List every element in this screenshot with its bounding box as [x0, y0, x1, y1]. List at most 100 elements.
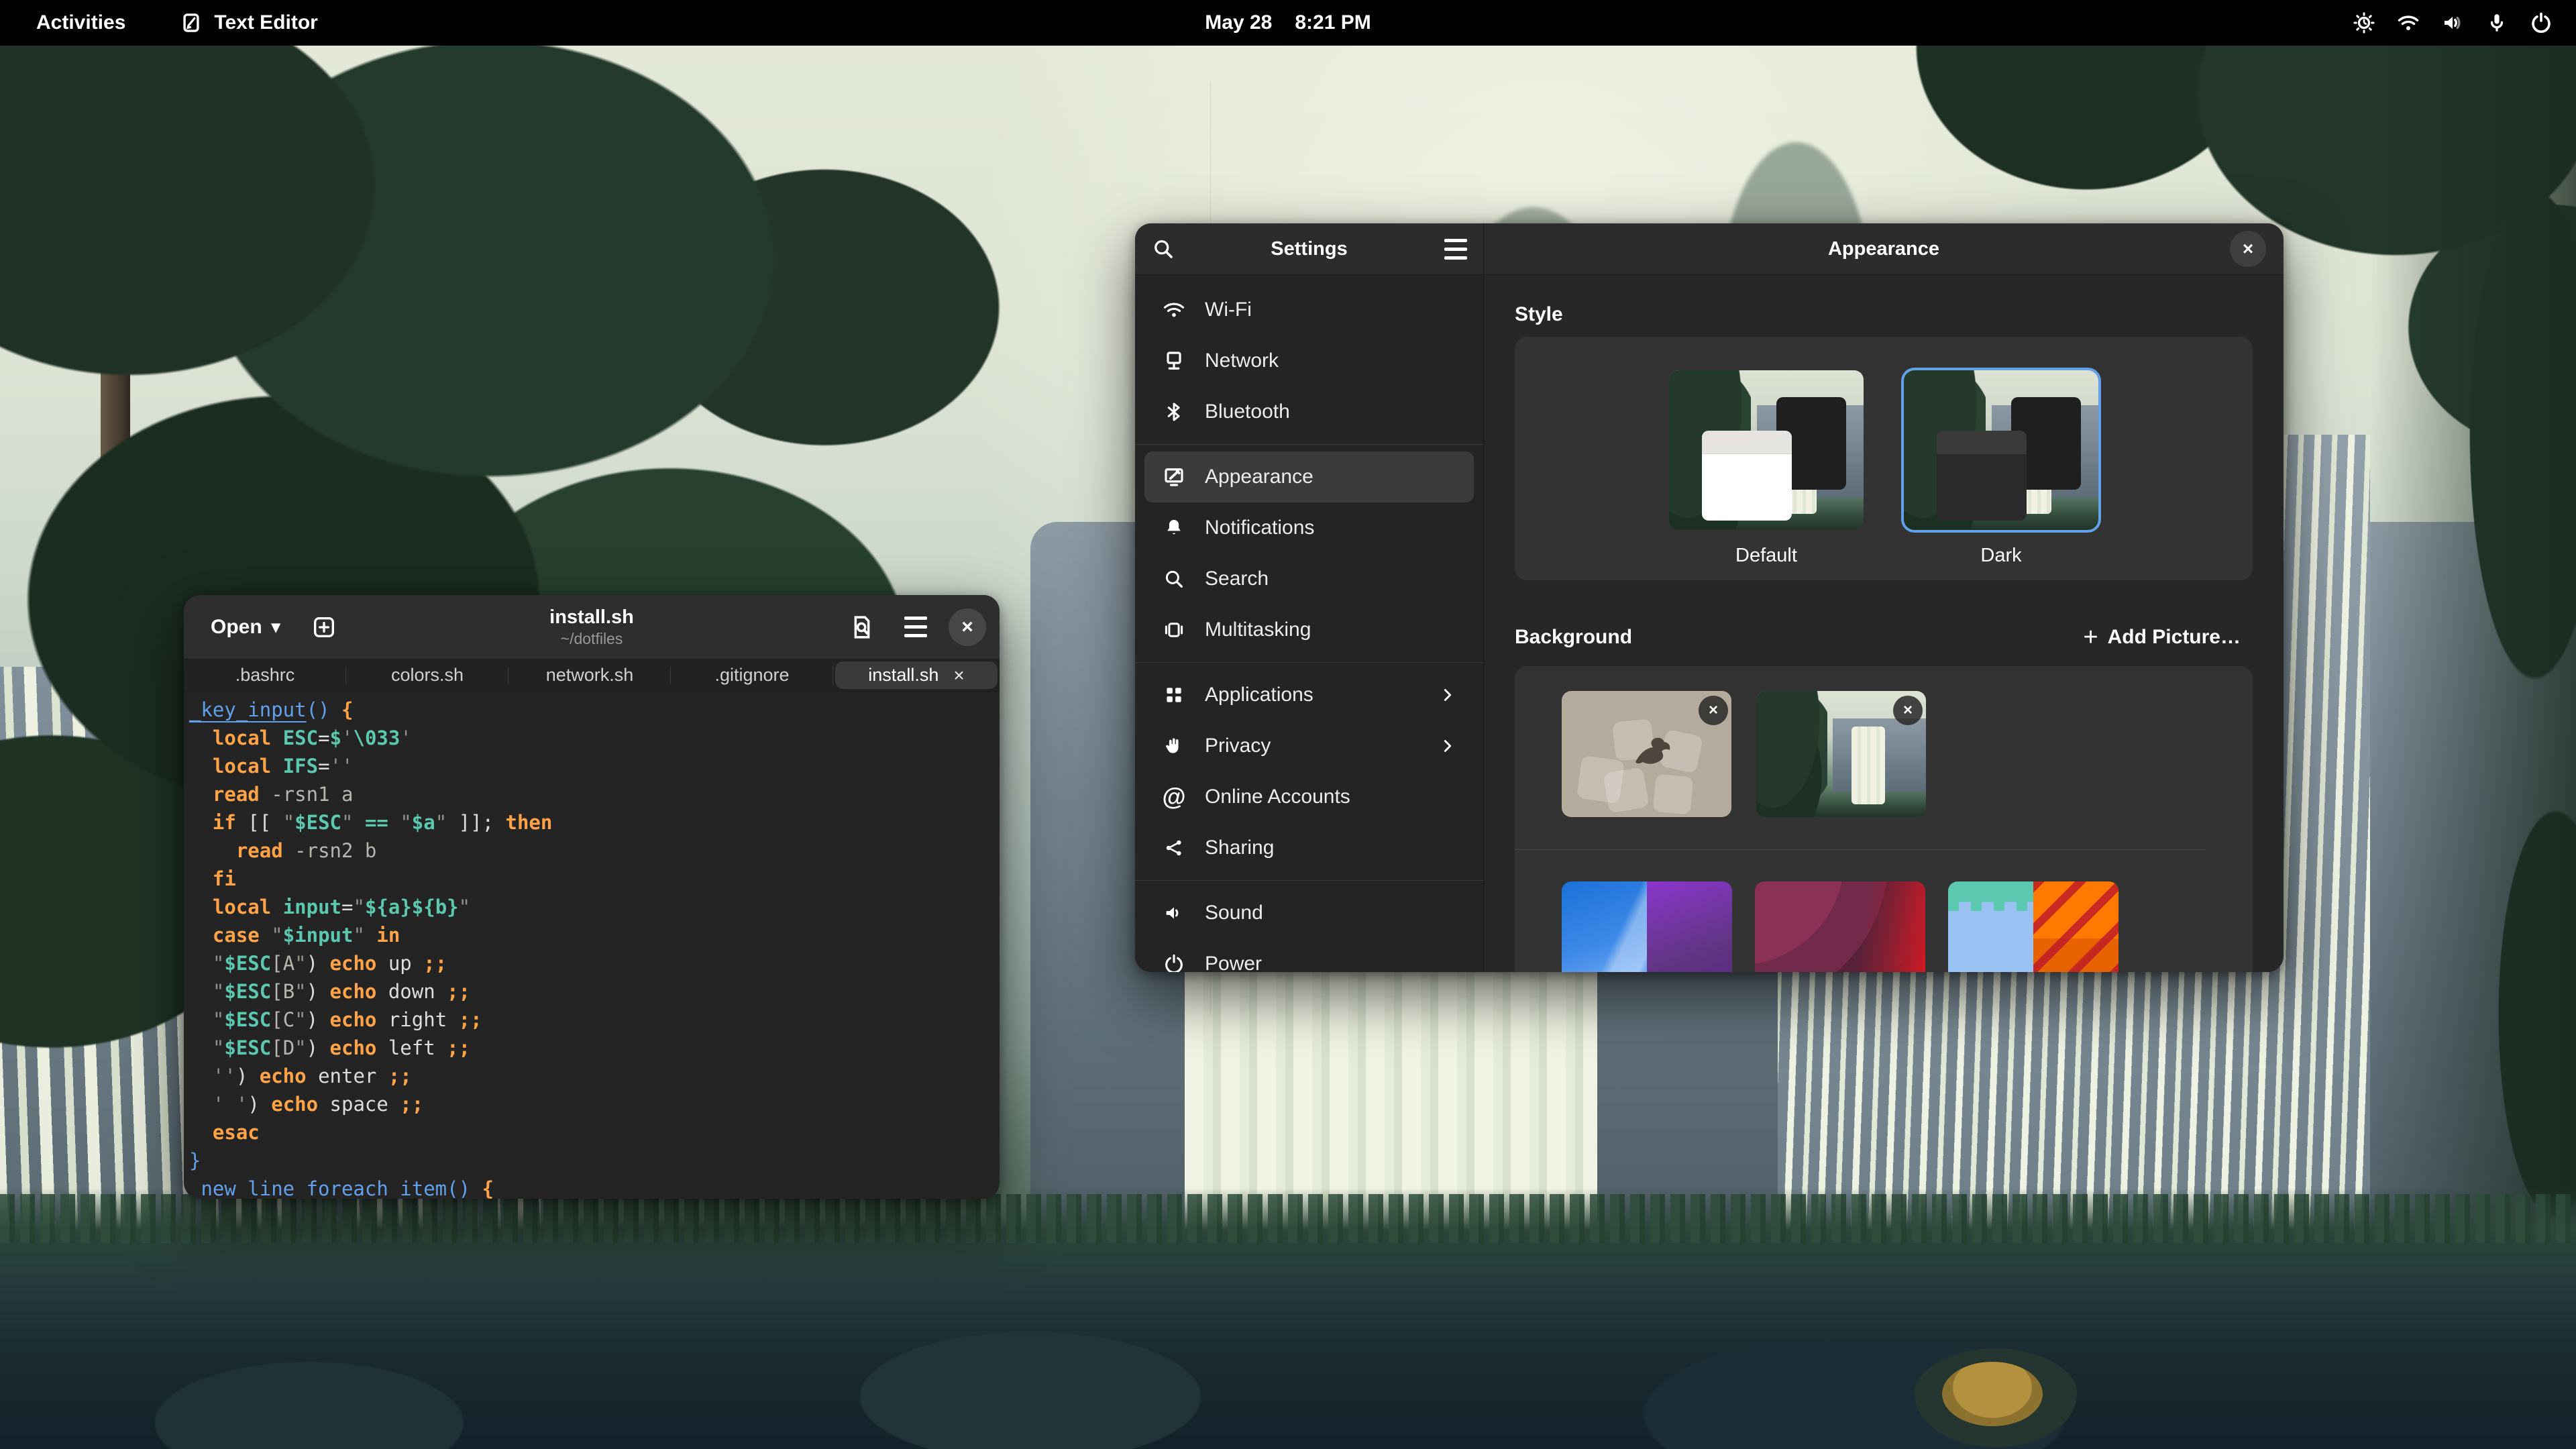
wallpaper-preset-blue-purple[interactable]: [1562, 881, 1732, 972]
code-line: if [[ "$ESC" == "$a" ]]; then: [189, 808, 1000, 837]
wallpaper-preset-blue-orange-drips[interactable]: [1948, 881, 2118, 972]
at-icon: @: [1162, 785, 1186, 809]
wallpaper-rocks: [0, 1275, 2576, 1449]
share-icon: [1162, 836, 1186, 860]
style-option-default[interactable]: Default: [1666, 370, 1867, 580]
time-label: 8:21 PM: [1295, 11, 1371, 34]
dragon-logo-icon: [1623, 733, 1670, 773]
style-section-label: Style: [1515, 303, 2253, 326]
settings-close-button[interactable]: ×: [2230, 231, 2266, 267]
code-line: _key_input() {: [189, 696, 1000, 724]
style-dark-label: Dark: [1900, 545, 2102, 567]
remove-wallpaper-button[interactable]: ×: [1893, 696, 1923, 725]
settings-sidebar: Wi-Fi Network Bluetooth Appearance Notif…: [1135, 275, 1484, 972]
clock-button[interactable]: May 28 8:21 PM: [1205, 0, 1371, 46]
sidebar-item-power[interactable]: Power: [1144, 938, 1474, 972]
new-tab-icon: [311, 614, 337, 641]
sidebar-item-sound[interactable]: Sound: [1144, 888, 1474, 938]
sidebar-divider: [1135, 880, 1483, 881]
close-icon: ×: [1709, 701, 1718, 720]
applications-icon: [1162, 683, 1186, 707]
text-editor-window: Open ▾ install.sh ~/dotfiles × .bashrc c…: [184, 595, 1000, 1199]
system-status-area[interactable]: [2352, 11, 2576, 35]
code-line: read -rsn1 a: [189, 780, 1000, 808]
open-button-label: Open: [211, 616, 262, 639]
focused-app-menu[interactable]: Text Editor: [167, 5, 329, 40]
code-line: local input="${a}${b}": [189, 893, 1000, 921]
chevron-right-icon: [1438, 736, 1458, 756]
close-icon: ×: [961, 616, 973, 639]
code-line: "$ESC[B") echo down ;;: [189, 977, 1000, 1006]
search-icon: [1162, 567, 1186, 591]
power-icon: [1162, 952, 1186, 972]
open-button[interactable]: Open ▾: [197, 606, 294, 648]
activities-button[interactable]: Activities: [24, 5, 138, 40]
sidebar-item-notifications[interactable]: Notifications: [1144, 502, 1474, 553]
sidebar-item-online-accounts[interactable]: @ Online Accounts: [1144, 771, 1474, 822]
close-icon: ×: [1903, 701, 1913, 720]
style-default-label: Default: [1666, 545, 1867, 567]
sidebar-item-wifi[interactable]: Wi-Fi: [1144, 284, 1474, 335]
sidebar-item-bluetooth[interactable]: Bluetooth: [1144, 386, 1474, 437]
code-editor-area[interactable]: _key_input() { local ESC=$'\033' local I…: [184, 692, 1000, 1199]
wallpaper-thumb-cards-dragon[interactable]: ×: [1562, 691, 1731, 817]
background-section-label: Background: [1515, 626, 1632, 649]
editor-title-block: install.sh ~/dotfiles: [549, 606, 634, 648]
network-icon: [1162, 349, 1186, 373]
hamburger-icon: [1444, 239, 1467, 260]
style-option-dark[interactable]: Dark: [1900, 370, 2102, 580]
sidebar-item-network[interactable]: Network: [1144, 335, 1474, 386]
style-default-preview: [1669, 370, 1864, 530]
editor-headerbar: Open ▾ install.sh ~/dotfiles ×: [184, 595, 1000, 659]
speaker-icon: [1162, 901, 1186, 925]
tab-gitignore[interactable]: .gitignore: [671, 659, 833, 691]
tab-install-sh[interactable]: install.sh ×: [835, 661, 998, 689]
tab-bashrc[interactable]: .bashrc: [184, 659, 346, 691]
tab-colors-sh[interactable]: colors.sh: [346, 659, 508, 691]
sidebar-item-multitasking[interactable]: Multitasking: [1144, 604, 1474, 655]
power-icon: [2529, 11, 2553, 35]
editor-close-button[interactable]: ×: [949, 608, 986, 646]
bluetooth-icon: [1162, 400, 1186, 424]
background-divider: [1515, 849, 2206, 850]
date-label: May 28: [1205, 11, 1272, 34]
document-search-button[interactable]: [841, 606, 883, 648]
main-menu-button[interactable]: [895, 606, 936, 648]
sidebar-item-appearance[interactable]: Appearance: [1144, 451, 1474, 502]
plus-icon: +: [2083, 625, 2098, 650]
code-line: esac: [189, 1118, 1000, 1146]
wallpaper-preset-maroon-waves[interactable]: [1755, 881, 1925, 972]
code-line: read -rsn2 b: [189, 837, 1000, 865]
wallpaper-thumb-forest[interactable]: ×: [1756, 691, 1926, 817]
editor-tab-bar: .bashrc colors.sh network.sh .gitignore …: [184, 659, 1000, 692]
multitasking-icon: [1162, 618, 1186, 642]
sidebar-divider: [1135, 662, 1483, 663]
style-dark-preview: [1904, 370, 2098, 530]
style-card: Default Dark: [1515, 337, 2253, 580]
activities-label: Activities: [36, 11, 125, 34]
code-line: fi: [189, 865, 1000, 893]
code-line: case "$input" in: [189, 921, 1000, 949]
bell-icon: [1162, 516, 1186, 540]
tab-network-sh[interactable]: network.sh: [508, 659, 671, 691]
top-panel: Activities Text Editor May 28 8:21 PM: [0, 0, 2576, 46]
code-line: }: [189, 1146, 1000, 1175]
sidebar-item-sharing[interactable]: Sharing: [1144, 822, 1474, 873]
remove-wallpaper-button[interactable]: ×: [1699, 696, 1728, 725]
add-picture-button[interactable]: + Add Picture…: [2071, 618, 2253, 657]
settings-panel-headerbar: Appearance ×: [1484, 223, 2284, 275]
microphone-icon: [2485, 11, 2509, 35]
search-icon[interactable]: [1151, 237, 1175, 261]
sidebar-item-privacy[interactable]: Privacy: [1144, 720, 1474, 771]
editor-title: install.sh: [549, 606, 634, 629]
settings-menu-button[interactable]: [1444, 239, 1467, 260]
code-line: local IFS='': [189, 752, 1000, 780]
wifi-icon: [1162, 298, 1186, 322]
appearance-icon: [1162, 465, 1186, 489]
sidebar-item-search[interactable]: Search: [1144, 553, 1474, 604]
tab-close-icon[interactable]: ×: [953, 665, 964, 686]
close-icon: ×: [2243, 238, 2253, 260]
new-tab-button[interactable]: [303, 606, 345, 648]
focused-app-label: Text Editor: [214, 11, 317, 34]
sidebar-item-applications[interactable]: Applications: [1144, 669, 1474, 720]
